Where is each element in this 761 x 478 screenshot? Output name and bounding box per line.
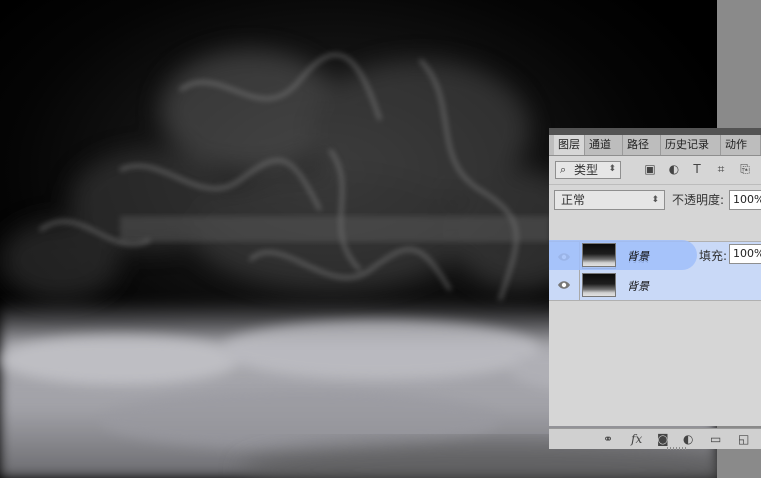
filter-kind-label: 类型: [574, 163, 599, 177]
divider: [579, 270, 580, 300]
folder-icon[interactable]: ▭: [710, 432, 721, 446]
layer-thumbnail: [582, 243, 616, 267]
tab-history[interactable]: 历史记录: [661, 135, 721, 155]
layers-panel: 图层 通道 路径 历史记录 动作 ⌕ 类型 ⬍ ▣ ◐ T ⌗ ⎘ 正常 ⬍ 不…: [549, 128, 761, 450]
tab-paths[interactable]: 路径: [623, 135, 661, 155]
mask-icon[interactable]: ◙: [657, 432, 669, 446]
opacity-label: 不透明度:: [672, 193, 725, 207]
blend-row: 正常 ⬍ 不透明度: 100%: [549, 184, 761, 213]
chevron-updown-icon: ⬍: [608, 164, 616, 174]
filter-row: ⌕ 类型 ⬍ ▣ ◐ T ⌗ ⎘: [549, 157, 761, 184]
smart-object-filter-icon[interactable]: ⎘: [738, 162, 752, 176]
shape-filter-icon[interactable]: ⌗: [714, 162, 728, 176]
tab-layers[interactable]: 图层: [554, 135, 585, 155]
chevron-updown-icon: ⬍: [651, 195, 659, 205]
type-filter-icon[interactable]: T: [690, 162, 704, 176]
adjustment-filter-icon[interactable]: ◐: [667, 162, 681, 176]
eye-icon[interactable]: [557, 279, 571, 291]
opacity-input[interactable]: 100%: [729, 190, 761, 210]
search-icon: ⌕: [560, 163, 567, 176]
layer-name-ghost: 背景: [627, 250, 649, 263]
filter-kind-select[interactable]: ⌕ 类型 ⬍: [555, 161, 621, 179]
new-layer-icon[interactable]: ◱: [738, 432, 749, 446]
fx-icon[interactable]: fx: [631, 432, 642, 446]
image-filter-icon[interactable]: ▣: [643, 162, 657, 176]
link-icon[interactable]: ⚭: [603, 432, 613, 446]
blend-mode-label: 正常: [561, 193, 586, 207]
drag-ghost: 背景: [549, 240, 697, 270]
tab-channels[interactable]: 通道: [585, 135, 623, 155]
layer-row[interactable]: 背景: [549, 270, 761, 301]
adjustment-icon[interactable]: ◐: [683, 432, 693, 446]
layers-panel-body: ⌕ 类型 ⬍ ▣ ◐ T ⌗ ⎘ 正常 ⬍ 不透明度: 100%: [549, 156, 761, 450]
fill-label: 填充:: [699, 249, 728, 263]
panel-footer: ⚭ fx ◙ ◐ ▭ ◱: [549, 428, 761, 449]
fill-input[interactable]: 100%: [729, 244, 761, 264]
tab-actions[interactable]: 动作: [721, 135, 761, 155]
panel-tab-bar: 图层 通道 路径 历史记录 动作: [549, 135, 761, 156]
layer-name[interactable]: 背景: [627, 278, 649, 294]
resize-grip[interactable]: [667, 447, 687, 450]
blend-mode-select[interactable]: 正常 ⬍: [554, 190, 665, 210]
layer-thumbnail: [582, 273, 616, 297]
